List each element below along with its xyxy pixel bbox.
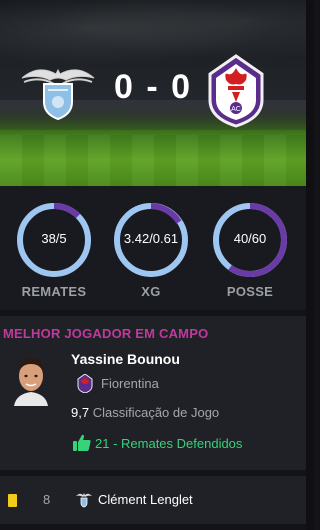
lazio-crest-icon [76, 492, 92, 513]
match-event-row[interactable]: 8 Clément Lenglet [0, 476, 306, 524]
stat-label: REMATES [21, 284, 87, 299]
event-minute: 8 [43, 492, 51, 507]
player-name[interactable]: Yassine Bounou [71, 351, 180, 367]
player-avatar [10, 352, 52, 406]
club-name: Fiorentina [101, 376, 159, 391]
highlight-text: 21 - Remates Defendidos [95, 436, 243, 451]
stat-value: 3.42/0.61 [123, 231, 179, 246]
yellow-card-icon [8, 494, 17, 507]
stat-value: 40/60 [233, 231, 267, 246]
stat-label: POSSE [226, 284, 274, 299]
player-rating: 9,7 Classificação de Jogo [71, 405, 219, 420]
rating-caption: Classificação de Jogo [92, 405, 220, 420]
stat-shots: 38/5 REMATES [8, 200, 91, 300]
best-player-card[interactable]: MELHOR JOGADOR EM CAMPO Yassine Bounou F… [0, 316, 306, 470]
stat-xg: 3.42/0.61 XG [105, 200, 188, 300]
stat-label: XG [141, 284, 161, 299]
match-header: 0 - 0 AC [0, 0, 306, 186]
stats-panel: 38/5 REMATES 3.42/0.61 XG 40/60 POSSE [0, 186, 306, 310]
event-player-name[interactable]: Clément Lenglet [98, 492, 193, 507]
section-title: MELHOR JOGADOR EM CAMPO [3, 326, 209, 341]
away-badge-text: AC [231, 106, 241, 113]
pitch-grass [0, 135, 306, 186]
thumbs-up-icon [73, 434, 91, 451]
away-team-badge[interactable]: AC [206, 54, 266, 128]
stat-value: 38/5 [41, 231, 67, 246]
fiorentina-crest-icon [77, 373, 93, 394]
player-club[interactable]: Fiorentina [77, 373, 159, 394]
scrollbar[interactable] [306, 0, 314, 530]
stat-possession: 40/60 POSSE [204, 200, 287, 300]
player-highlight: 21 - Remates Defendidos [73, 434, 242, 452]
rating-value: 9,7 [71, 405, 90, 420]
